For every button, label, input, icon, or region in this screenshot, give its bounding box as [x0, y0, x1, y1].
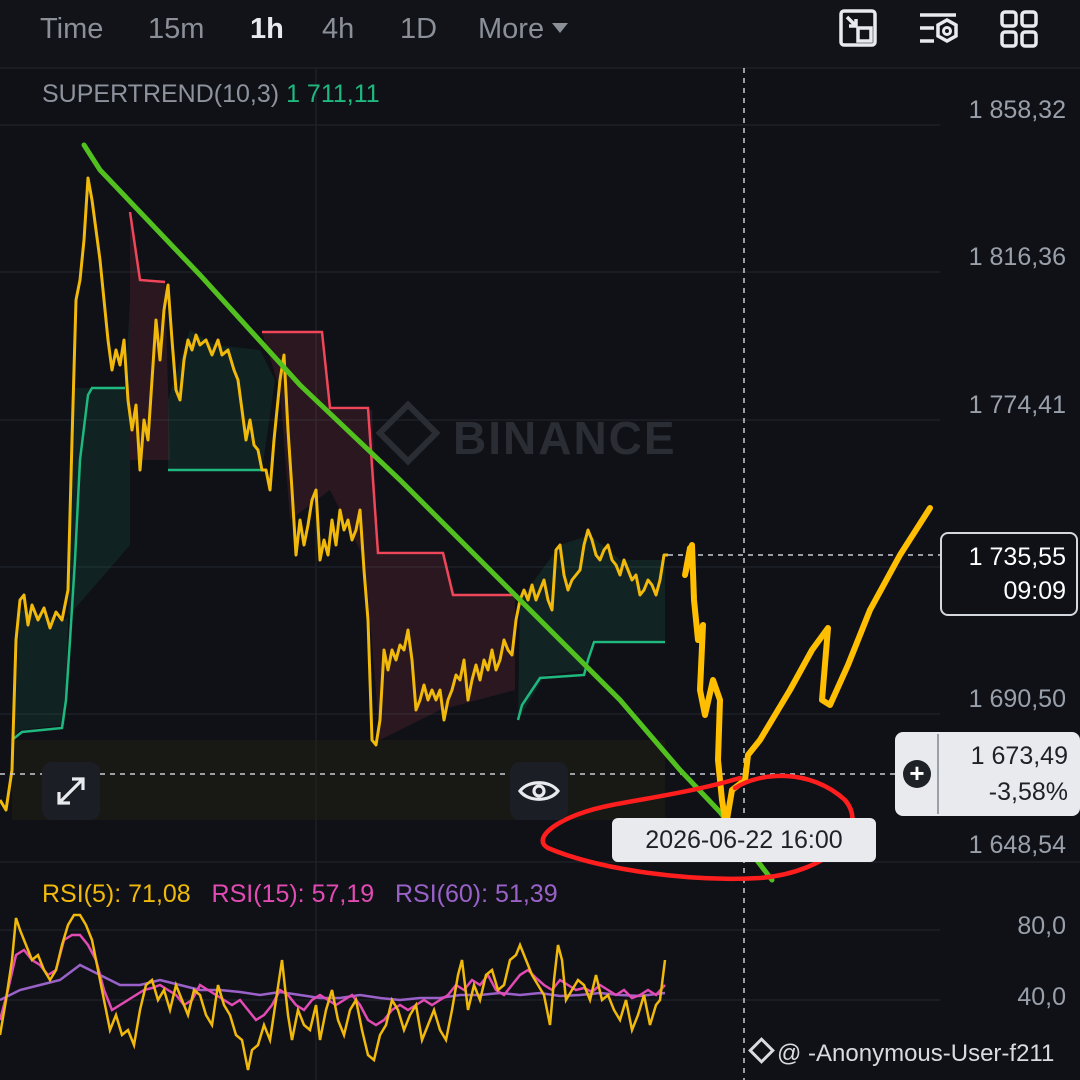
price-axis-label: 1 858,32: [968, 96, 1066, 124]
add-alert-icon[interactable]: +: [903, 760, 931, 788]
binance-logo-icon: [375, 400, 441, 466]
rsi5-label: RSI(5):: [42, 880, 122, 908]
supertrend-value: 1 711,11: [286, 80, 380, 108]
crosshair-change: -3,58%: [988, 778, 1068, 806]
rsi-axis-label: 40,0: [1017, 983, 1066, 1011]
price-axis-label: 1 774,41: [968, 391, 1066, 419]
eye-icon: [518, 781, 560, 801]
divider: [937, 734, 939, 814]
price-axis-label: 1 816,36: [968, 243, 1066, 271]
crosshair-date-tag: 2026-06-22 16:00: [612, 818, 876, 862]
binance-watermark: BINANCE: [375, 400, 677, 466]
candle-countdown: 09:09: [1003, 577, 1066, 605]
crosshair-price: 1 673,49: [970, 742, 1068, 770]
rsi15-value: 57,19: [311, 880, 375, 908]
price-axis-label: 1 690,50: [968, 685, 1066, 713]
price-chart[interactable]: [0, 0, 1080, 1080]
current-price-tag: 1 735,55 09:09: [940, 532, 1078, 616]
rsi60-value: 51,39: [495, 880, 558, 908]
rsi15-label: RSI(15):: [211, 880, 305, 908]
rsi5-line: [0, 913, 667, 1071]
crosshair-price-tag[interactable]: + 1 673,49 -3,58%: [895, 732, 1080, 816]
price-axis-label: 1 648,54: [968, 831, 1066, 859]
rsi-legend[interactable]: RSI(5): 71,08 RSI(15): 57,19 RSI(60): 51…: [42, 880, 558, 909]
current-price-value: 1 735,55: [968, 543, 1066, 571]
supertrend-legend[interactable]: SUPERTREND(10,3) 1 711,11: [42, 80, 380, 109]
expand-icon: [57, 777, 85, 805]
rsi5-value: 71,08: [128, 880, 191, 908]
supertrend-name: SUPERTREND(10,3): [42, 80, 280, 108]
binance-logo-icon: [748, 1037, 775, 1064]
rsi60-label: RSI(60):: [395, 880, 489, 908]
expand-chart-button[interactable]: [42, 762, 100, 820]
rsi-axis-label: 80,0: [1017, 912, 1066, 940]
author-credit: @ -Anonymous-User-f211: [748, 1037, 1055, 1068]
watermark-text: BINANCE: [453, 412, 677, 464]
visibility-button[interactable]: [510, 762, 568, 820]
credit-text: @ -Anonymous-User-f211: [777, 1040, 1055, 1067]
